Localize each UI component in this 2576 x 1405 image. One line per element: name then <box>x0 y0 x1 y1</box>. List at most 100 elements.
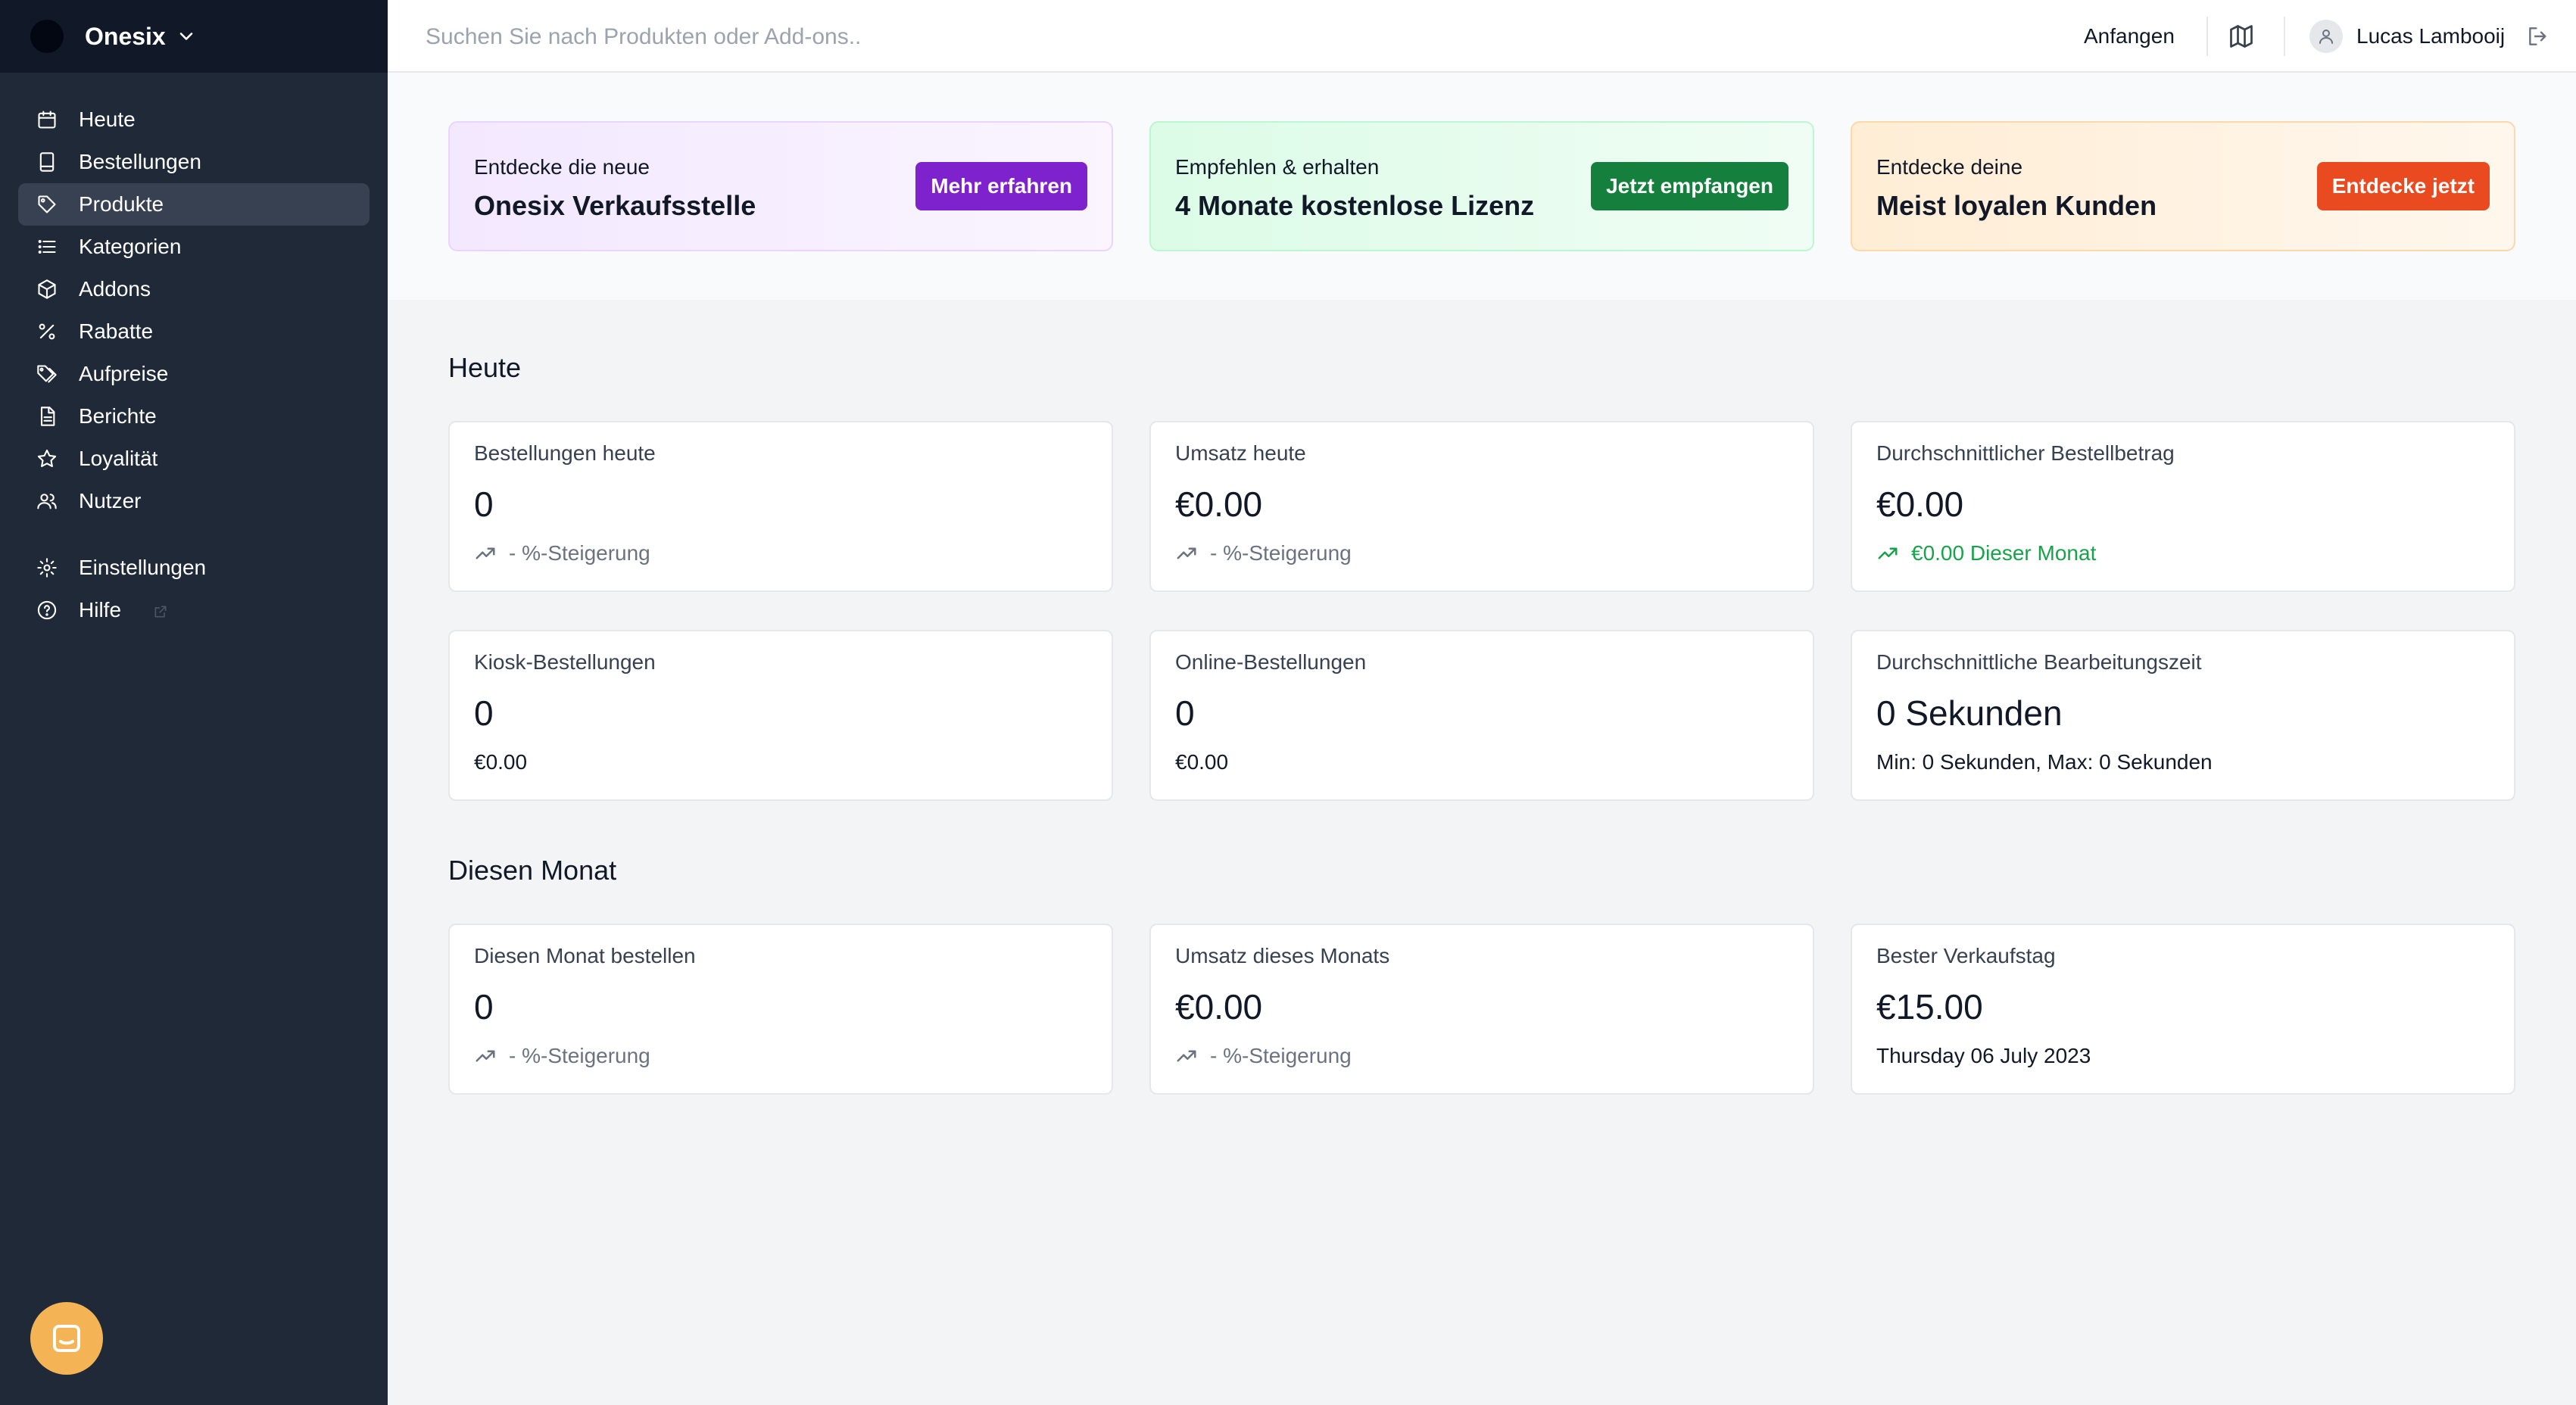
stat-label: Bester Verkaufstag <box>1876 944 2056 967</box>
gear-icon <box>37 558 57 578</box>
trend-up-icon <box>476 1050 495 1062</box>
promo-card-referral: Empfehlen & erhalten 4 Monate kostenlose… <box>1149 121 1814 251</box>
discover-now-button[interactable]: Entdecke jetzt <box>2316 162 2490 210</box>
stat-card-average-order: Durchschnittlicher Bestellbetrag €0.00 €… <box>1851 421 2515 592</box>
stat-trend: €0.00 Dieser Monat <box>1876 541 2096 566</box>
sidebar-item-kategorien[interactable]: Kategorien <box>18 226 370 268</box>
claim-now-button[interactable]: Jetzt empfangen <box>1591 162 1789 210</box>
sidebar-item-label: Aufpreise <box>79 362 169 385</box>
workspace-switcher[interactable]: Onesix <box>0 0 388 73</box>
promo-title: Meist loyalen Kunden <box>1876 190 2157 221</box>
document-icon <box>40 407 55 426</box>
stat-label: Kiosk-Bestellungen <box>474 650 656 674</box>
stat-card-processing-time: Durchschnittliche Bearbeitungszeit 0 Sek… <box>1851 630 2515 801</box>
stat-value: 0 Sekunden <box>1876 693 2063 733</box>
sidebar-item-einstellungen[interactable]: Einstellungen <box>18 547 370 589</box>
promo-subtitle: Entdecke die neue <box>474 155 650 179</box>
users-icon <box>37 494 57 509</box>
sidebar-item-loyalitaet[interactable]: Loyalität <box>18 438 370 480</box>
sidebar-item-addons[interactable]: Addons <box>18 268 370 310</box>
stat-trend-text: - %-Steigerung <box>509 541 650 565</box>
sidebar-item-label: Heute <box>79 107 136 131</box>
sidebar-item-nutzer[interactable]: Nutzer <box>18 480 370 522</box>
sidebar-item-rabatte[interactable]: Rabatte <box>18 310 370 353</box>
external-link-icon <box>154 606 167 618</box>
trend-up-icon <box>1177 1050 1196 1062</box>
sidebar-nav: Heute Bestellungen Produkte Kategorien A… <box>0 98 388 631</box>
learn-more-button[interactable]: Mehr erfahren <box>915 162 1087 210</box>
trend-up-icon <box>476 547 495 559</box>
calendar-icon <box>38 111 56 129</box>
star-icon <box>37 449 57 467</box>
stat-trend-text: - %-Steigerung <box>1210 541 1352 565</box>
sidebar-item-label: Addons <box>79 277 151 301</box>
avatar[interactable] <box>2309 20 2343 53</box>
sidebar-item-bestellungen[interactable]: Bestellungen <box>18 141 370 183</box>
stat-trend: - %-Steigerung <box>474 541 650 566</box>
map-icon[interactable] <box>2228 23 2255 50</box>
topbar: Anfangen Lucas Lambooij <box>388 0 2576 73</box>
stat-label: Umsatz heute <box>1175 441 1306 465</box>
stat-card-revenue-month: Umsatz dieses Monats €0.00 - %-Steigerun… <box>1149 924 1814 1095</box>
sidebar-item-aufpreise[interactable]: Aufpreise <box>18 353 370 395</box>
section-title-month: Diesen Monat <box>448 855 617 886</box>
logout-icon[interactable] <box>2526 24 2550 48</box>
user-icon <box>2319 30 2333 44</box>
promo-card-pos: Entdecke die neue Onesix Verkaufsstelle … <box>448 121 1113 251</box>
sidebar-item-produkte[interactable]: Produkte <box>18 183 370 226</box>
stat-label: Durchschnittlicher Bestellbetrag <box>1876 441 2175 465</box>
sidebar-item-label: Kategorien <box>79 235 182 258</box>
stat-card-revenue-today: Umsatz heute €0.00 - %-Steigerung <box>1149 421 1814 592</box>
stat-card-online-orders: Online-Bestellungen 0 €0.00 <box>1149 630 1814 801</box>
stat-label: Online-Bestellungen <box>1175 650 1367 674</box>
stat-value: 0 <box>474 987 494 1026</box>
tablet-icon <box>39 152 55 172</box>
stat-subvalue: €0.00 <box>474 750 528 774</box>
tags-icon <box>37 365 57 383</box>
stat-trend: - %-Steigerung <box>1175 1043 1352 1069</box>
stat-trend-text: - %-Steigerung <box>509 1044 650 1067</box>
topbar-divider <box>2206 17 2208 56</box>
user-name[interactable]: Lucas Lambooij <box>2356 23 2505 50</box>
chat-launcher-button[interactable] <box>30 1302 103 1375</box>
sidebar-item-label: Rabatte <box>79 319 154 343</box>
sidebar-item-hilfe[interactable]: Hilfe <box>18 589 370 631</box>
brand-name: Onesix <box>85 23 166 50</box>
sidebar: Onesix Heute Bestellungen Produkte Kateg… <box>0 0 388 1405</box>
promo-subtitle: Entdecke deine <box>1876 155 2023 179</box>
stat-value: €0.00 <box>1175 987 1263 1026</box>
stat-value: €15.00 <box>1876 987 1983 1026</box>
sidebar-item-label: Berichte <box>79 404 157 428</box>
stat-label: Bestellungen heute <box>474 441 656 465</box>
sidebar-item-label: Einstellungen <box>79 556 207 579</box>
section-title-today: Heute <box>448 352 522 383</box>
stat-label: Durchschnittliche Bearbeitungszeit <box>1876 650 2202 674</box>
promo-title: 4 Monate kostenlose Lizenz <box>1175 190 1535 221</box>
sidebar-item-berichte[interactable]: Berichte <box>18 395 370 438</box>
stat-label: Diesen Monat bestellen <box>474 944 696 967</box>
sidebar-item-label: Bestellungen <box>79 150 201 173</box>
stat-card-best-sales-day: Bester Verkaufstag €15.00 Thursday 06 Ju… <box>1851 924 2515 1095</box>
sidebar-item-label: Hilfe <box>79 598 122 622</box>
stat-value: 0 <box>1175 693 1195 733</box>
stat-subvalue: Min: 0 Sekunden, Max: 0 Sekunden <box>1876 750 2213 774</box>
help-circle-icon <box>37 600 57 620</box>
sidebar-item-label: Nutzer <box>79 489 142 512</box>
chevron-down-icon <box>179 33 193 40</box>
stat-label: Umsatz dieses Monats <box>1175 944 1390 967</box>
chat-icon <box>53 1325 80 1352</box>
list-icon <box>38 240 56 254</box>
stat-trend-text: - %-Steigerung <box>1210 1044 1352 1067</box>
search-input[interactable] <box>424 18 1487 56</box>
promo-card-loyalty: Entdecke deine Meist loyalen Kunden Entd… <box>1851 121 2515 251</box>
sidebar-item-heute[interactable]: Heute <box>18 98 370 141</box>
promo-banner-row: Entdecke die neue Onesix Verkaufsstelle … <box>388 73 2576 300</box>
tag-icon <box>38 195 56 213</box>
stat-trend-text: €0.00 Dieser Monat <box>1911 541 2097 565</box>
stat-subvalue: Thursday 06 July 2023 <box>1876 1044 2091 1067</box>
stat-trend: - %-Steigerung <box>474 1043 650 1069</box>
stat-card-orders-today: Bestellungen heute 0 - %-Steigerung <box>448 421 1113 592</box>
promo-subtitle: Empfehlen & erhalten <box>1175 155 1380 179</box>
stat-card-orders-month: Diesen Monat bestellen 0 - %-Steigerung <box>448 924 1113 1095</box>
start-link[interactable]: Anfangen <box>2084 23 2175 50</box>
